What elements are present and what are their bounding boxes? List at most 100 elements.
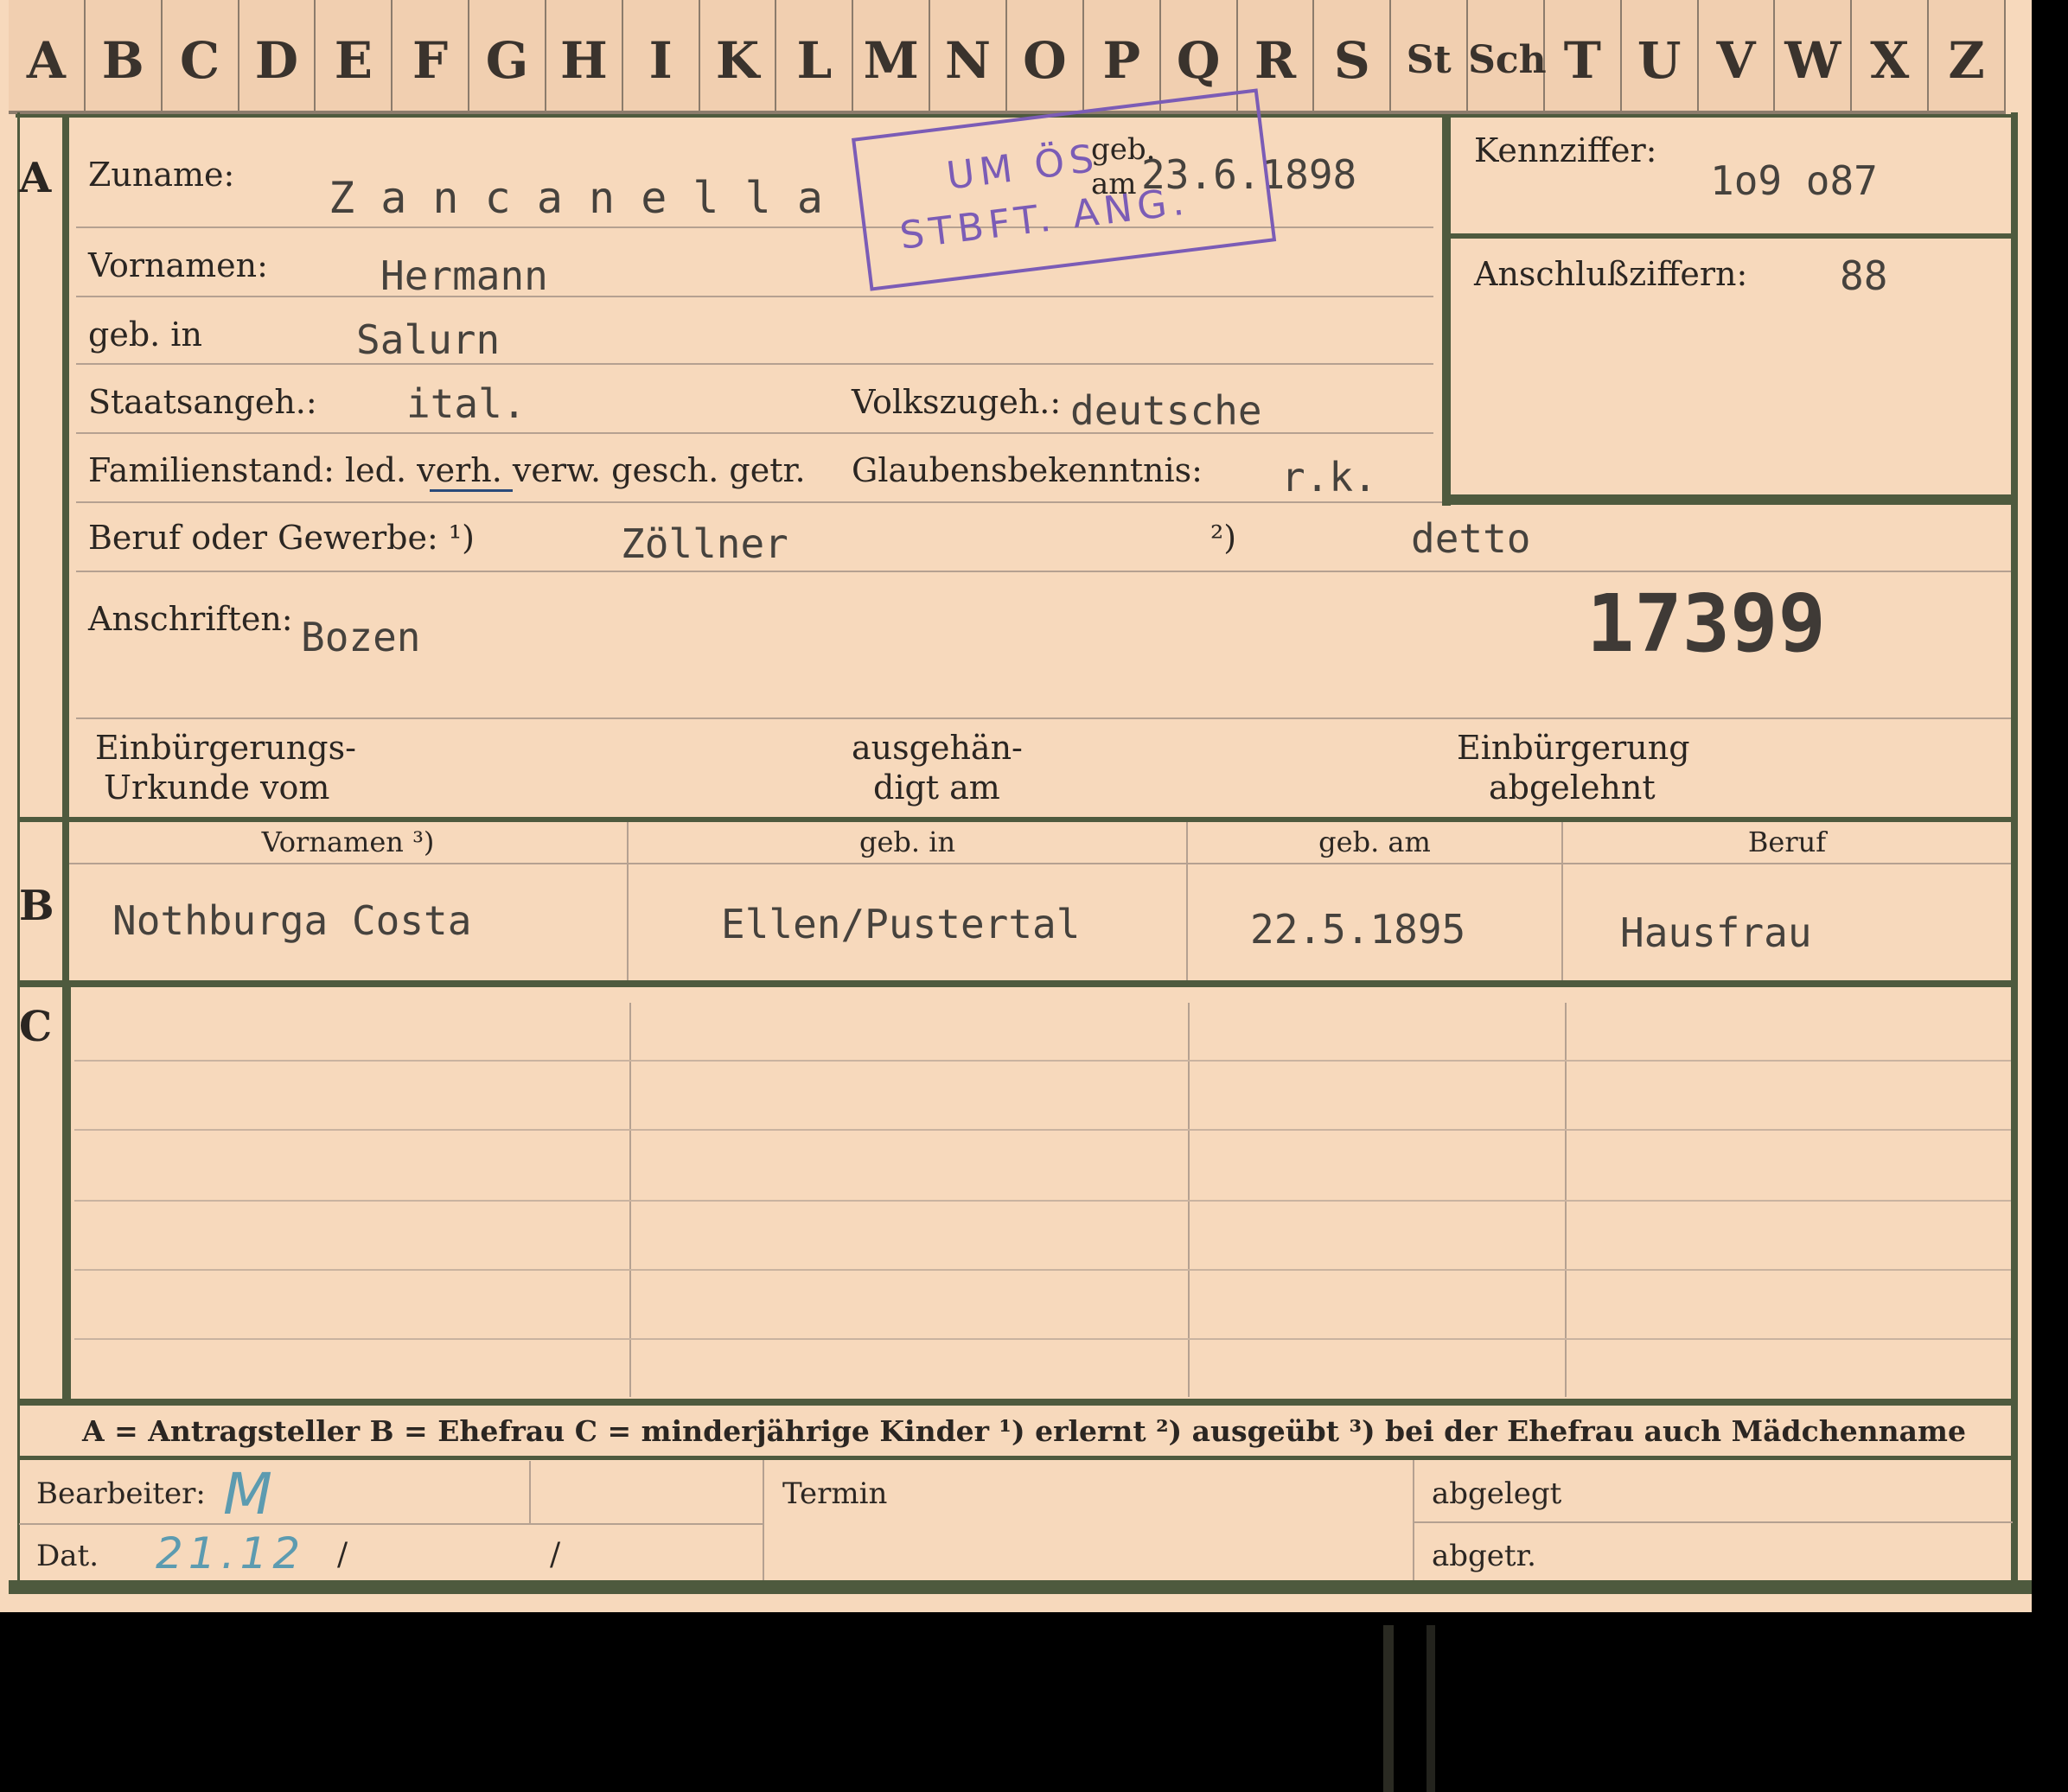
legend-text: A = Antragsteller B = Ehefrau C = minder…: [82, 1414, 1966, 1448]
index-card: A B C D E F G H I K L M N O P Q R S St Sch T U V W X Z A Zuname: …: [0, 0, 2032, 1612]
row-line: [76, 571, 2011, 572]
card-bottom-border: [9, 1580, 2032, 1594]
row-line: [76, 296, 1433, 297]
zuname-value: Z a n c a n e l l a: [329, 173, 823, 223]
section-c-top-rule: [17, 980, 2014, 987]
familienstand-label: Familienstand: led. verh. verw. gesch. g…: [88, 451, 806, 489]
section-letter-c: C: [19, 1003, 53, 1051]
row-line: [76, 363, 1433, 365]
anschriften-value: Bozen: [301, 614, 421, 660]
row-line: [74, 1060, 2011, 1062]
tab-d: D: [239, 0, 316, 111]
rubber-stamp: UM ÖS STBFT. ANG.: [852, 88, 1277, 291]
row-line: [74, 1338, 2011, 1340]
staatsangeh-label: Staatsangeh.:: [88, 383, 317, 421]
ehefrau-beruf: Hausfrau: [1620, 909, 1812, 956]
legend-bottom-rule: [17, 1456, 2014, 1460]
einbuergerungs-label-2: Urkunde vom: [104, 768, 330, 807]
section-letter-b: B: [19, 882, 54, 930]
kennziffer-box-divider: [1451, 233, 2013, 239]
geb-in-label: geb. in: [88, 316, 202, 354]
vornamen-value: Hermann: [380, 252, 548, 299]
tab-u: U: [1622, 0, 1699, 111]
col-vornamen-header: Vornamen ³): [261, 826, 435, 858]
beruf-ausgeuebt-value: detto: [1411, 515, 1531, 562]
footer-divider: [529, 1461, 531, 1523]
tab-sch: Sch: [1468, 0, 1547, 111]
kennziffer-label: Kennziffer:: [1474, 131, 1657, 169]
stamp-line-1: UM ÖS: [944, 136, 1101, 199]
col-beruf-header: Beruf: [1747, 826, 1827, 858]
dat-slash-1: /: [337, 1537, 348, 1572]
anschriften-label: Anschriften:: [88, 600, 293, 638]
tab-s: S: [1314, 0, 1392, 111]
dat-label: Dat.: [36, 1539, 99, 1573]
termin-label: Termin: [782, 1476, 888, 1511]
glaubensbekenntnis-value: r.k.: [1281, 454, 1377, 501]
tab-f: F: [393, 0, 470, 111]
abgelehnt-label-2: abgelehnt: [1489, 768, 1656, 807]
tab-n: N: [930, 0, 1007, 111]
ausgehaen-label-2: digt am: [873, 768, 1000, 807]
top-border: [16, 114, 2014, 118]
kennziffer-value: 1o9 o87: [1710, 157, 1878, 204]
ehefrau-geb-am: 22.5.1895: [1250, 906, 1466, 953]
tab-t: T: [1545, 0, 1622, 111]
section-c-left-rule: [64, 987, 71, 1400]
tab-v: V: [1699, 0, 1776, 111]
bearbeiter-label: Bearbeiter:: [36, 1476, 206, 1511]
dat-value: 21.12: [156, 1528, 306, 1578]
volkszugeh-label: Volkszugeh.:: [852, 383, 1062, 421]
row-line: [74, 1269, 2011, 1271]
outer-right-border: [2011, 112, 2018, 1591]
kennziffer-box-bottom: [1442, 494, 2013, 505]
tab-c: C: [163, 0, 239, 111]
footer-divider: [1413, 1460, 1414, 1581]
section-letter-a: A: [19, 154, 52, 202]
row-line: [74, 1129, 2011, 1131]
glaubensbekenntnis-label: Glaubensbekenntnis:: [852, 451, 1203, 489]
section-b-top-rule: [17, 817, 2014, 822]
col-geb-in-header: geb. in: [858, 826, 956, 858]
tab-z: Z: [1929, 0, 2006, 111]
alphabet-tab-strip: A B C D E F G H I K L M N O P Q R S St Sch T U V W X Z: [9, 0, 2006, 114]
abgetr-label: abgetr.: [1432, 1539, 1536, 1573]
row-line: [69, 863, 2011, 864]
row-line: [74, 1200, 2011, 1202]
footer-row-line: [1414, 1521, 2013, 1523]
col-divider: [1561, 822, 1563, 980]
stamp-line-2: STBFT. ANG.: [897, 179, 1192, 258]
anschlussziffern-value: 88: [1840, 252, 1888, 299]
tab-l: L: [776, 0, 854, 111]
volkszugeh-value: deutsche: [1070, 387, 1262, 434]
scan-artifact: [1427, 1625, 1435, 1792]
verh-underline: [430, 489, 513, 492]
bearbeiter-initial: M: [223, 1461, 272, 1527]
einbuergerungs-label-1: Einbürgerungs-: [95, 729, 356, 767]
anschlussziffern-label: Anschlußziffern:: [1474, 255, 1748, 293]
tab-e: E: [316, 0, 393, 111]
kennziffer-box-left: [1442, 117, 1451, 506]
ausgehaen-label-1: ausgehän-: [852, 729, 1023, 767]
tab-st: St: [1391, 0, 1469, 111]
footer-divider: [763, 1460, 764, 1581]
ehefrau-geb-in: Ellen/Pustertal: [721, 901, 1081, 947]
geb-in-value: Salurn: [356, 316, 501, 363]
row-line: [76, 432, 1433, 434]
staatsangeh-value: ital.: [406, 380, 527, 427]
tab-b: B: [86, 0, 163, 111]
tab-k: K: [700, 0, 777, 111]
tab-p: P: [1084, 0, 1161, 111]
beruf-erlernt-value: Zöllner: [621, 520, 788, 567]
footer-row-line: [19, 1523, 763, 1525]
tab-h: H: [546, 0, 623, 111]
abgelegt-label: abgelegt: [1432, 1476, 1562, 1511]
col-geb-am-header: geb. am: [1318, 826, 1431, 858]
col-divider: [1186, 822, 1188, 980]
file-number: 17399: [1586, 577, 1826, 670]
tab-i: I: [623, 0, 700, 111]
ehefrau-vornamen: Nothburga Costa: [112, 897, 472, 944]
abgelehnt-label-1: Einbürgerung: [1457, 729, 1690, 767]
zuname-label: Zuname:: [88, 156, 235, 194]
dat-slash-2: /: [550, 1537, 561, 1572]
